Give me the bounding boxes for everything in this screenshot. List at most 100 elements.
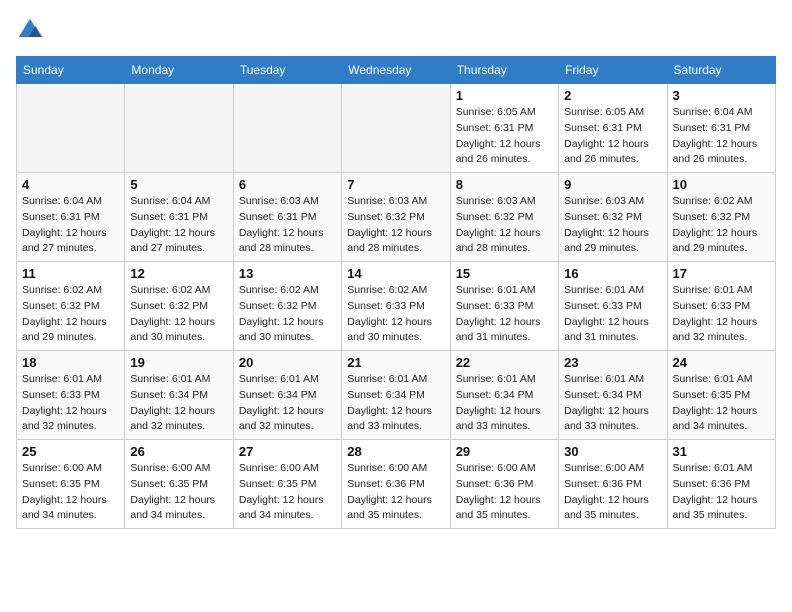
calendar-cell: 2 Sunrise: 6:05 AM Sunset: 6:31 PM Daylig… (559, 84, 667, 173)
calendar-cell: 9 Sunrise: 6:03 AM Sunset: 6:32 PM Daylig… (559, 173, 667, 262)
calendar-cell: 6 Sunrise: 6:03 AM Sunset: 6:31 PM Daylig… (233, 173, 341, 262)
calendar-cell: 23Sunrise: 6:01 AM Sunset: 6:34 PM Dayli… (559, 351, 667, 440)
day-number: 31 (673, 444, 770, 459)
day-info: Sunrise: 6:01 AM Sunset: 6:34 PM Dayligh… (347, 372, 444, 435)
day-info: Sunrise: 6:04 AM Sunset: 6:31 PM Dayligh… (130, 194, 227, 257)
calendar-cell: 19 Sunrise: 6:01 AM Sunset: 6:34 PM Dayli… (125, 351, 233, 440)
calendar-cell: 17Sunrise: 6:01 AM Sunset: 6:33 PM Dayli… (667, 262, 775, 351)
day-info: Sunrise: 6:03 AM Sunset: 6:32 PM Dayligh… (347, 194, 444, 257)
day-info: Sunrise: 6:01 AM Sunset: 6:33 PM Dayligh… (456, 283, 553, 346)
weekday-header-sunday: Sunday (17, 57, 125, 84)
day-number: 10 (673, 177, 770, 192)
calendar-cell: 22 Sunrise: 6:01 AM Sunset: 6:34 PM Dayli… (450, 351, 558, 440)
day-info: Sunrise: 6:01 AM Sunset: 6:35 PM Dayligh… (673, 372, 770, 435)
calendar-cell: 13 Sunrise: 6:02 AM Sunset: 6:32 PM Dayli… (233, 262, 341, 351)
day-info: Sunrise: 6:01 AM Sunset: 6:34 PM Dayligh… (239, 372, 336, 435)
calendar-cell: 3 Sunrise: 6:04 AM Sunset: 6:31 PM Daylig… (667, 84, 775, 173)
day-number: 12 (130, 266, 227, 281)
calendar-week-4: 18 Sunrise: 6:01 AM Sunset: 6:33 PM Dayli… (17, 351, 776, 440)
day-number: 18 (22, 355, 119, 370)
calendar-cell: 27 Sunrise: 6:00 AM Sunset: 6:35 PM Dayli… (233, 440, 341, 529)
day-info: Sunrise: 6:02 AM Sunset: 6:33 PM Dayligh… (347, 283, 444, 346)
day-number: 13 (239, 266, 336, 281)
day-number: 30 (564, 444, 661, 459)
day-number: 14 (347, 266, 444, 281)
calendar-header-row: SundayMondayTuesdayWednesdayThursdayFrid… (17, 57, 776, 84)
day-number: 6 (239, 177, 336, 192)
day-number: 25 (22, 444, 119, 459)
calendar-week-3: 11 Sunrise: 6:02 AM Sunset: 6:32 PM Dayli… (17, 262, 776, 351)
day-number: 27 (239, 444, 336, 459)
calendar-week-5: 25 Sunrise: 6:00 AM Sunset: 6:35 PM Dayli… (17, 440, 776, 529)
calendar-cell (17, 84, 125, 173)
calendar-cell: 11 Sunrise: 6:02 AM Sunset: 6:32 PM Dayli… (17, 262, 125, 351)
day-number: 1 (456, 88, 553, 103)
day-info: Sunrise: 6:02 AM Sunset: 6:32 PM Dayligh… (22, 283, 119, 346)
calendar-cell: 31 Sunrise: 6:01 AM Sunset: 6:36 PM Dayli… (667, 440, 775, 529)
calendar-cell: 14 Sunrise: 6:02 AM Sunset: 6:33 PM Dayli… (342, 262, 450, 351)
day-info: Sunrise: 6:00 AM Sunset: 6:36 PM Dayligh… (347, 461, 444, 524)
calendar-cell: 25 Sunrise: 6:00 AM Sunset: 6:35 PM Dayli… (17, 440, 125, 529)
calendar-cell: 30 Sunrise: 6:00 AM Sunset: 6:36 PM Dayli… (559, 440, 667, 529)
day-info: Sunrise: 6:04 AM Sunset: 6:31 PM Dayligh… (673, 105, 770, 168)
day-number: 5 (130, 177, 227, 192)
day-info: Sunrise: 6:03 AM Sunset: 6:31 PM Dayligh… (239, 194, 336, 257)
day-info: Sunrise: 6:01 AM Sunset: 6:33 PM Dayligh… (564, 283, 661, 346)
day-number: 7 (347, 177, 444, 192)
day-info: Sunrise: 6:02 AM Sunset: 6:32 PM Dayligh… (130, 283, 227, 346)
calendar-cell: 8 Sunrise: 6:03 AM Sunset: 6:32 PM Daylig… (450, 173, 558, 262)
calendar-cell: 4Sunrise: 6:04 AM Sunset: 6:31 PM Daylig… (17, 173, 125, 262)
day-number: 11 (22, 266, 119, 281)
logo-icon (16, 16, 44, 44)
day-info: Sunrise: 6:01 AM Sunset: 6:33 PM Dayligh… (673, 283, 770, 346)
calendar-table: SundayMondayTuesdayWednesdayThursdayFrid… (16, 56, 776, 529)
day-info: Sunrise: 6:01 AM Sunset: 6:33 PM Dayligh… (22, 372, 119, 435)
calendar-cell (125, 84, 233, 173)
day-number: 20 (239, 355, 336, 370)
day-info: Sunrise: 6:01 AM Sunset: 6:34 PM Dayligh… (456, 372, 553, 435)
day-info: Sunrise: 6:05 AM Sunset: 6:31 PM Dayligh… (564, 105, 661, 168)
day-info: Sunrise: 6:00 AM Sunset: 6:36 PM Dayligh… (564, 461, 661, 524)
day-info: Sunrise: 6:00 AM Sunset: 6:35 PM Dayligh… (239, 461, 336, 524)
calendar-cell: 10Sunrise: 6:02 AM Sunset: 6:32 PM Dayli… (667, 173, 775, 262)
day-number: 26 (130, 444, 227, 459)
day-number: 19 (130, 355, 227, 370)
day-info: Sunrise: 6:00 AM Sunset: 6:35 PM Dayligh… (130, 461, 227, 524)
calendar-cell: 15Sunrise: 6:01 AM Sunset: 6:33 PM Dayli… (450, 262, 558, 351)
day-info: Sunrise: 6:03 AM Sunset: 6:32 PM Dayligh… (456, 194, 553, 257)
page-header (16, 16, 776, 44)
day-number: 8 (456, 177, 553, 192)
logo (16, 16, 46, 44)
calendar-cell: 29Sunrise: 6:00 AM Sunset: 6:36 PM Dayli… (450, 440, 558, 529)
calendar-cell (342, 84, 450, 173)
day-number: 3 (673, 88, 770, 103)
weekday-header-wednesday: Wednesday (342, 57, 450, 84)
day-number: 4 (22, 177, 119, 192)
calendar-cell (233, 84, 341, 173)
day-info: Sunrise: 6:00 AM Sunset: 6:35 PM Dayligh… (22, 461, 119, 524)
calendar-cell: 1 Sunrise: 6:05 AM Sunset: 6:31 PM Daylig… (450, 84, 558, 173)
calendar-cell: 5 Sunrise: 6:04 AM Sunset: 6:31 PM Daylig… (125, 173, 233, 262)
calendar-cell: 18 Sunrise: 6:01 AM Sunset: 6:33 PM Dayli… (17, 351, 125, 440)
calendar-week-2: 4 Sunrise: 6:04 AM Sunset: 6:31 PM Daylig… (17, 173, 776, 262)
calendar-cell: 21Sunrise: 6:01 AM Sunset: 6:34 PM Dayli… (342, 351, 450, 440)
calendar-cell: 7 Sunrise: 6:03 AM Sunset: 6:32 PM Daylig… (342, 173, 450, 262)
calendar-cell: 12 Sunrise: 6:02 AM Sunset: 6:32 PM Dayli… (125, 262, 233, 351)
calendar-week-1: 1 Sunrise: 6:05 AM Sunset: 6:31 PM Daylig… (17, 84, 776, 173)
day-number: 16 (564, 266, 661, 281)
calendar-cell: 20 Sunrise: 6:01 AM Sunset: 6:34 PM Dayli… (233, 351, 341, 440)
calendar-cell: 24Sunrise: 6:01 AM Sunset: 6:35 PM Dayli… (667, 351, 775, 440)
day-info: Sunrise: 6:03 AM Sunset: 6:32 PM Dayligh… (564, 194, 661, 257)
weekday-header-tuesday: Tuesday (233, 57, 341, 84)
day-number: 28 (347, 444, 444, 459)
day-info: Sunrise: 6:05 AM Sunset: 6:31 PM Dayligh… (456, 105, 553, 168)
day-number: 22 (456, 355, 553, 370)
day-number: 2 (564, 88, 661, 103)
day-number: 29 (456, 444, 553, 459)
day-info: Sunrise: 6:01 AM Sunset: 6:36 PM Dayligh… (673, 461, 770, 524)
day-info: Sunrise: 6:01 AM Sunset: 6:34 PM Dayligh… (564, 372, 661, 435)
day-info: Sunrise: 6:02 AM Sunset: 6:32 PM Dayligh… (239, 283, 336, 346)
day-info: Sunrise: 6:01 AM Sunset: 6:34 PM Dayligh… (130, 372, 227, 435)
day-number: 9 (564, 177, 661, 192)
calendar-body: 1 Sunrise: 6:05 AM Sunset: 6:31 PM Daylig… (17, 84, 776, 529)
